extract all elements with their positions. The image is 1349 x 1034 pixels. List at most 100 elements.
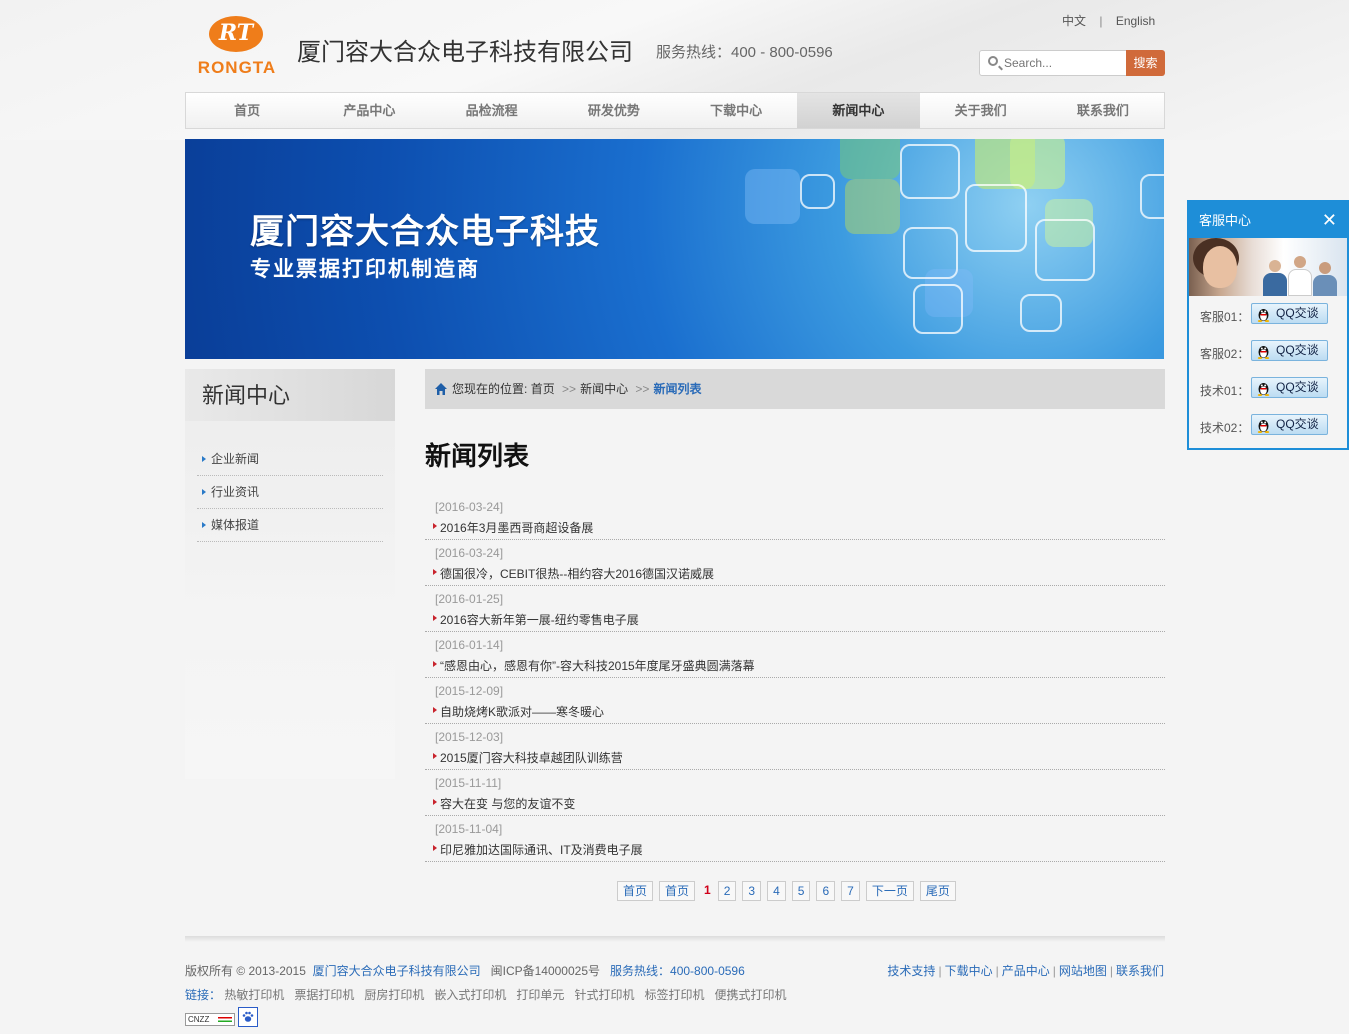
arrow-right-icon [433, 523, 437, 529]
news-title-link[interactable]: 2015厦门容大科技卓越团队训练营 [440, 749, 623, 766]
qq-chat-button[interactable]: QQ交谈 [1251, 340, 1328, 361]
pager-page-button[interactable]: 6 [816, 880, 836, 901]
arrow-right-icon [433, 799, 437, 805]
pager-page-button[interactable]: 4 [767, 880, 786, 901]
arrow-right-icon [433, 707, 437, 713]
footer-keyword-link[interactable]: 打印单元 [516, 988, 564, 1002]
sidebar-item-industry-news[interactable]: 行业资讯 [197, 476, 383, 509]
nav-item-4[interactable]: 下载中心 [675, 93, 797, 128]
lang-english-link[interactable]: English [1116, 14, 1155, 28]
news-date: [2016-03-24] [435, 546, 504, 560]
nav-item-6[interactable]: 关于我们 [920, 93, 1042, 128]
service-row: 技术01： QQ交谈 [1189, 370, 1347, 407]
search-input[interactable] [1004, 55, 1122, 71]
service-label: 客服02： [1200, 347, 1250, 361]
search-icon [988, 56, 998, 66]
breadcrumb-prefix: 您现在的位置: [452, 382, 528, 396]
qq-chat-button[interactable]: QQ交谈 [1251, 303, 1328, 324]
qq-chat-button[interactable]: QQ交谈 [1251, 377, 1328, 398]
footer-keyword-link[interactable]: 便携式打印机 [714, 988, 786, 1002]
close-icon[interactable]: ✕ [1322, 202, 1337, 238]
footer-keyword-link[interactable]: 标签打印机 [644, 988, 704, 1002]
icp-number[interactable]: 闽ICP备14000025号 [491, 964, 600, 978]
pager-last-button[interactable]: 尾页 [919, 880, 956, 901]
nav-item-0[interactable]: 首页 [186, 93, 308, 128]
service-row: 客服01： QQ交谈 [1189, 296, 1347, 333]
pager-page-button[interactable]: 2 [717, 880, 737, 901]
lang-chinese-link[interactable]: 中文 [1062, 12, 1086, 29]
search-button[interactable]: 搜索 [1126, 50, 1165, 76]
nav-item-2[interactable]: 品检流程 [431, 93, 553, 128]
lang-separator: | [1099, 14, 1103, 28]
breadcrumb-current: 新闻列表 [653, 382, 702, 396]
cnzz-badge[interactable]: CNZZ [185, 1013, 235, 1026]
breadcrumb-section[interactable]: 新闻中心 [580, 382, 628, 396]
footer-links-label: 链接： [185, 988, 222, 1002]
arrow-right-icon [433, 753, 437, 759]
footer-link[interactable]: 下载中心 [945, 964, 993, 978]
pager-page-button[interactable]: 5 [791, 880, 811, 901]
news-item: [2015-12-03] 2015厦门容大科技卓越团队训练营 [425, 724, 1165, 770]
footer-link[interactable]: 联系我们 [1116, 964, 1164, 978]
footer-keyword-link[interactable]: 厨房打印机 [364, 988, 424, 1002]
footer-link-separator: | [1109, 964, 1113, 978]
footer-copyright: 版权所有 © 2013-2015 厦门容大合众电子科技有限公司 闽ICP备140… [185, 962, 745, 979]
news-title-link[interactable]: 2016容大新年第一展-纽约零售电子展 [440, 611, 639, 628]
pager-first-button[interactable]: 首页 [617, 880, 654, 901]
news-item: [2016-01-25] 2016容大新年第一展-纽约零售电子展 [425, 586, 1165, 632]
nav-item-1[interactable]: 产品中心 [308, 93, 430, 128]
qq-chat-button[interactable]: QQ交谈 [1251, 414, 1328, 435]
footer-keyword-link[interactable]: 票据打印机 [294, 988, 354, 1002]
baidu-paw-icon [242, 1011, 254, 1022]
pager-page-button[interactable]: 7 [841, 880, 860, 901]
banner-deco [913, 284, 963, 334]
pagination: 首页 首页 1 2 3 4 5 6 7 下一页 尾页 [617, 880, 962, 901]
pager-next-button[interactable]: 下一页 [865, 880, 914, 901]
news-title-link[interactable]: 自助烧烤K歌派对——寒冬暖心 [440, 703, 604, 720]
news-title-link[interactable]: 2016年3月墨西哥商超设备展 [440, 519, 593, 536]
footer-keyword-link[interactable]: 嵌入式打印机 [434, 988, 506, 1002]
service-label: 技术01： [1200, 384, 1250, 398]
news-date: [2016-03-24] [435, 500, 504, 514]
banner-deco [840, 139, 900, 179]
banner-deco [845, 179, 900, 234]
footer-keyword-link[interactable]: 针式打印机 [574, 988, 634, 1002]
sidebar-list: 企业新闻 行业资讯 媒体报道 [197, 443, 383, 542]
footer-keywords: 链接： 热敏打印机 票据打印机 厨房打印机 嵌入式打印机 打印单元 针式打印机 标签打印机便… [185, 986, 796, 1003]
footer-keyword-link[interactable]: 热敏打印机 [224, 988, 284, 1002]
news-title-link[interactable]: 容大在变 与您的友谊不变 [440, 795, 575, 812]
news-date: [2015-11-11] [435, 776, 502, 790]
qq-button-label: QQ交谈 [1276, 343, 1319, 357]
news-title-link[interactable]: 德国很冷，CEBIT很热--相约容大2016德国汉诺威展 [440, 565, 714, 582]
arrow-right-icon [433, 569, 437, 575]
news-title-link[interactable]: “感恩由心，感恩有你”-容大科技2015年度尾牙盛典圆满落幕 [440, 657, 755, 674]
footer-link[interactable]: 技术支持 [887, 964, 935, 978]
breadcrumb-separator: >> [562, 382, 577, 396]
footer-link[interactable]: 产品中心 [1002, 964, 1050, 978]
service-rows: 客服01： QQ交谈 客服02： QQ交谈 技术01： QQ交谈 技术02： QQ交谈 [1189, 296, 1347, 444]
qq-penguin-icon [1257, 420, 1270, 433]
footer-link[interactable]: 网站地图 [1059, 964, 1107, 978]
cnzz-flag-icon [218, 1017, 232, 1022]
sidebar-item-company-news[interactable]: 企业新闻 [197, 443, 383, 476]
footer-company-link[interactable]: 厦门容大合众电子科技有限公司 [313, 964, 481, 978]
baidu-badge[interactable] [238, 1007, 258, 1027]
news-date: [2016-01-25] [435, 592, 504, 606]
pager-page-button[interactable]: 3 [742, 880, 762, 901]
qq-button-label: QQ交谈 [1276, 380, 1319, 394]
breadcrumb-home[interactable]: 首页 [531, 382, 555, 396]
search-box [979, 50, 1127, 76]
nav-item-5[interactable]: 新闻中心 [797, 93, 920, 128]
news-title-link[interactable]: 印尼雅加达国际通讯、IT及消费电子展 [440, 841, 643, 858]
nav-item-7[interactable]: 联系我们 [1042, 93, 1164, 128]
sidebar: 新闻中心 企业新闻 行业资讯 媒体报道 [185, 369, 395, 779]
pager-prev-button[interactable]: 首页 [659, 880, 696, 901]
banner-deco [1035, 219, 1095, 281]
nav-item-3[interactable]: 研发优势 [553, 93, 675, 128]
sidebar-item-media-reports[interactable]: 媒体报道 [197, 509, 383, 542]
banner-title: 厦门容大合众电子科技 [250, 212, 600, 252]
news-list: [2016-03-24] 2016年3月墨西哥商超设备展 [2016-03-24] 德… [425, 494, 1165, 862]
company-logo[interactable]: RT RONGTA [185, 14, 289, 78]
header-hotline: 服务热线：400 - 800-0596 [656, 44, 833, 61]
search-bar: 搜索 [979, 50, 1165, 76]
